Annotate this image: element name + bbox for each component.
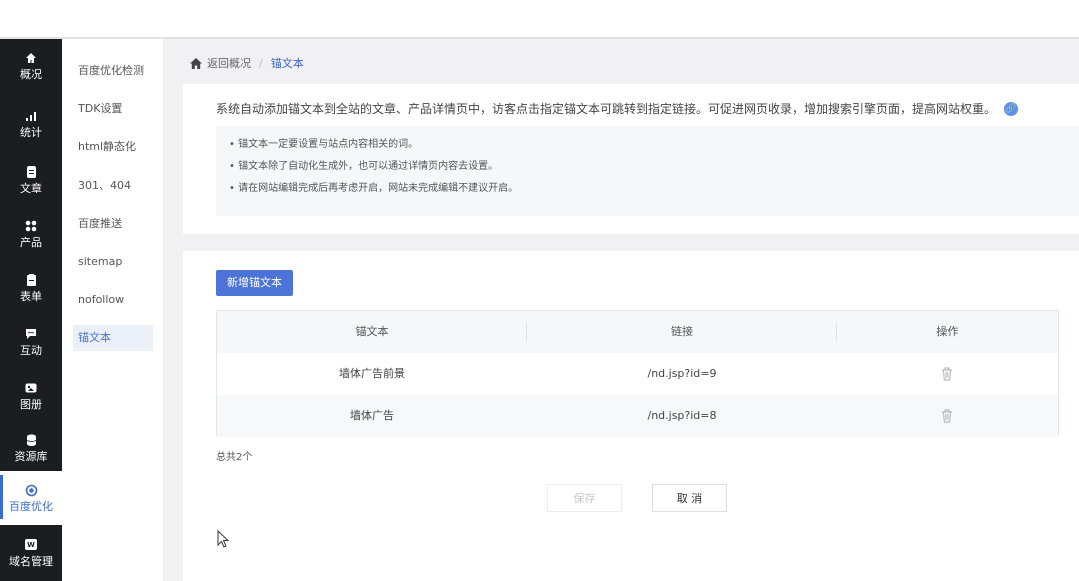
main-content: 返回概况 / 锚文本 系统自动添加锚文本到全站的文章、产品详情页中，访客点击指定…: [163, 39, 1079, 581]
submenu-item-tdk[interactable]: TDK设置: [73, 96, 153, 122]
sidebar-item-baidu-seo[interactable]: 百度优化: [0, 471, 62, 525]
header-anchor-text: 锚文本: [355, 325, 389, 338]
tip-item: • 锚文本一定要设置与站点内容相关的词。: [229, 139, 419, 150]
top-bar: [0, 0, 1079, 38]
breadcrumb-separator: /: [259, 56, 263, 70]
save-button[interactable]: 保存: [547, 484, 622, 512]
sidebar-item-label: 互动: [20, 344, 42, 357]
sidebar: 概况 统计 文章 产品 表单 互动 图册 资源库 百度优化 W 域名管理: [0, 39, 62, 581]
link-icon[interactable]: 🔗: [1004, 101, 1019, 116]
database-icon: [0, 434, 62, 450]
sidebar-item-label: 统计: [20, 126, 42, 139]
sidebar-item-overview[interactable]: 概况: [0, 49, 62, 92]
sidebar-item-resources[interactable]: 资源库: [0, 431, 62, 474]
cell-anchor-text: 墙体广告: [350, 409, 394, 422]
sidebar-item-label: 文章: [20, 182, 42, 195]
mouse-cursor-icon: [217, 530, 230, 548]
grid-icon: [0, 220, 62, 236]
header-actions: 操作: [936, 325, 959, 338]
breadcrumb-back-link[interactable]: 返回概况: [207, 55, 251, 71]
home-icon: [190, 57, 202, 69]
tip-item: • 锚文本除了自动化生成外，也可以通过详情页内容去设置。: [229, 161, 499, 172]
submenu: 百度优化检测 TDK设置 html静态化 301、404 百度推送 sitema…: [62, 39, 163, 581]
cell-link: /nd.jsp?id=9: [647, 367, 717, 380]
anchor-text-card: 新增锚文本 锚文本 链接 操作 墙体广告前景 /nd.jsp?id=9 墙体广告…: [183, 251, 1079, 581]
sidebar-item-products[interactable]: 产品: [0, 217, 62, 260]
tips-box: • 锚文本一定要设置与站点内容相关的词。 • 锚文本除了自动化生成外，也可以通过…: [216, 126, 1079, 216]
tip-item: • 请在网站编辑完成后再考虑开启，网站未完成编辑不建议开启。: [229, 183, 519, 194]
description-text: 系统自动添加锚文本到全站的文章、产品详情页中，访客点击指定锚文本可跳转到指定链接…: [216, 102, 997, 116]
intro-card: 系统自动添加锚文本到全站的文章、产品详情页中，访客点击指定锚文本可跳转到指定链接…: [183, 84, 1079, 234]
sidebar-item-forms[interactable]: 表单: [0, 271, 62, 314]
table-header: 锚文本 链接 操作: [217, 311, 1058, 353]
table-row: 墙体广告 /nd.jsp?id=8: [217, 395, 1058, 437]
sidebar-item-album[interactable]: 图册: [0, 379, 62, 422]
submenu-item-anchor-text[interactable]: 锚文本: [73, 325, 153, 351]
home-icon: [0, 52, 62, 68]
sidebar-item-label: 产品: [20, 236, 42, 249]
table-row: 墙体广告前景 /nd.jsp?id=9: [217, 353, 1058, 395]
sidebar-item-domain[interactable]: W 域名管理: [0, 536, 62, 579]
total-count: 总共2个: [216, 452, 253, 463]
sidebar-item-label: 图册: [20, 398, 42, 411]
submenu-item-nofollow[interactable]: nofollow: [73, 287, 153, 313]
form-icon: [0, 274, 62, 290]
chat-icon: [0, 328, 62, 344]
add-anchor-text-button[interactable]: 新增锚文本: [216, 270, 293, 296]
stats-icon: [0, 110, 62, 126]
submenu-item-html-static[interactable]: html静态化: [73, 134, 153, 160]
breadcrumb: 返回概况 / 锚文本: [190, 55, 304, 71]
submenu-item-sitemap[interactable]: sitemap: [73, 249, 153, 275]
svg-text:W: W: [27, 541, 35, 549]
submenu-item-baidu-check[interactable]: 百度优化检测: [73, 58, 153, 84]
anchor-text-table: 锚文本 链接 操作 墙体广告前景 /nd.jsp?id=9 墙体广告 /nd.j…: [216, 310, 1059, 437]
article-icon: [0, 166, 62, 182]
delete-icon[interactable]: [941, 409, 953, 423]
sidebar-item-label: 资源库: [14, 450, 48, 463]
cell-link: /nd.jsp?id=8: [647, 409, 717, 422]
sidebar-item-stats[interactable]: 统计: [0, 107, 62, 150]
sidebar-item-articles[interactable]: 文章: [0, 163, 62, 206]
intro-description: 系统自动添加锚文本到全站的文章、产品详情页中，访客点击指定锚文本可跳转到指定链接…: [216, 100, 1019, 117]
cell-anchor-text: 墙体广告前景: [339, 367, 405, 380]
delete-icon[interactable]: [941, 367, 953, 381]
breadcrumb-current: 锚文本: [270, 57, 304, 70]
cancel-button[interactable]: 取 消: [652, 484, 727, 512]
sidebar-item-label: 域名管理: [9, 555, 53, 568]
submenu-item-baidu-push[interactable]: 百度推送: [73, 211, 153, 237]
album-icon: [0, 382, 62, 398]
submenu-item-301-404[interactable]: 301、404: [73, 173, 153, 199]
sidebar-item-label: 表单: [20, 290, 42, 303]
sidebar-item-label: 百度优化: [9, 500, 53, 513]
sidebar-item-interaction[interactable]: 互动: [0, 325, 62, 368]
target-icon: [0, 484, 62, 500]
sidebar-item-label: 概况: [20, 68, 42, 81]
header-link: 链接: [671, 325, 693, 338]
domain-icon: W: [0, 539, 62, 555]
